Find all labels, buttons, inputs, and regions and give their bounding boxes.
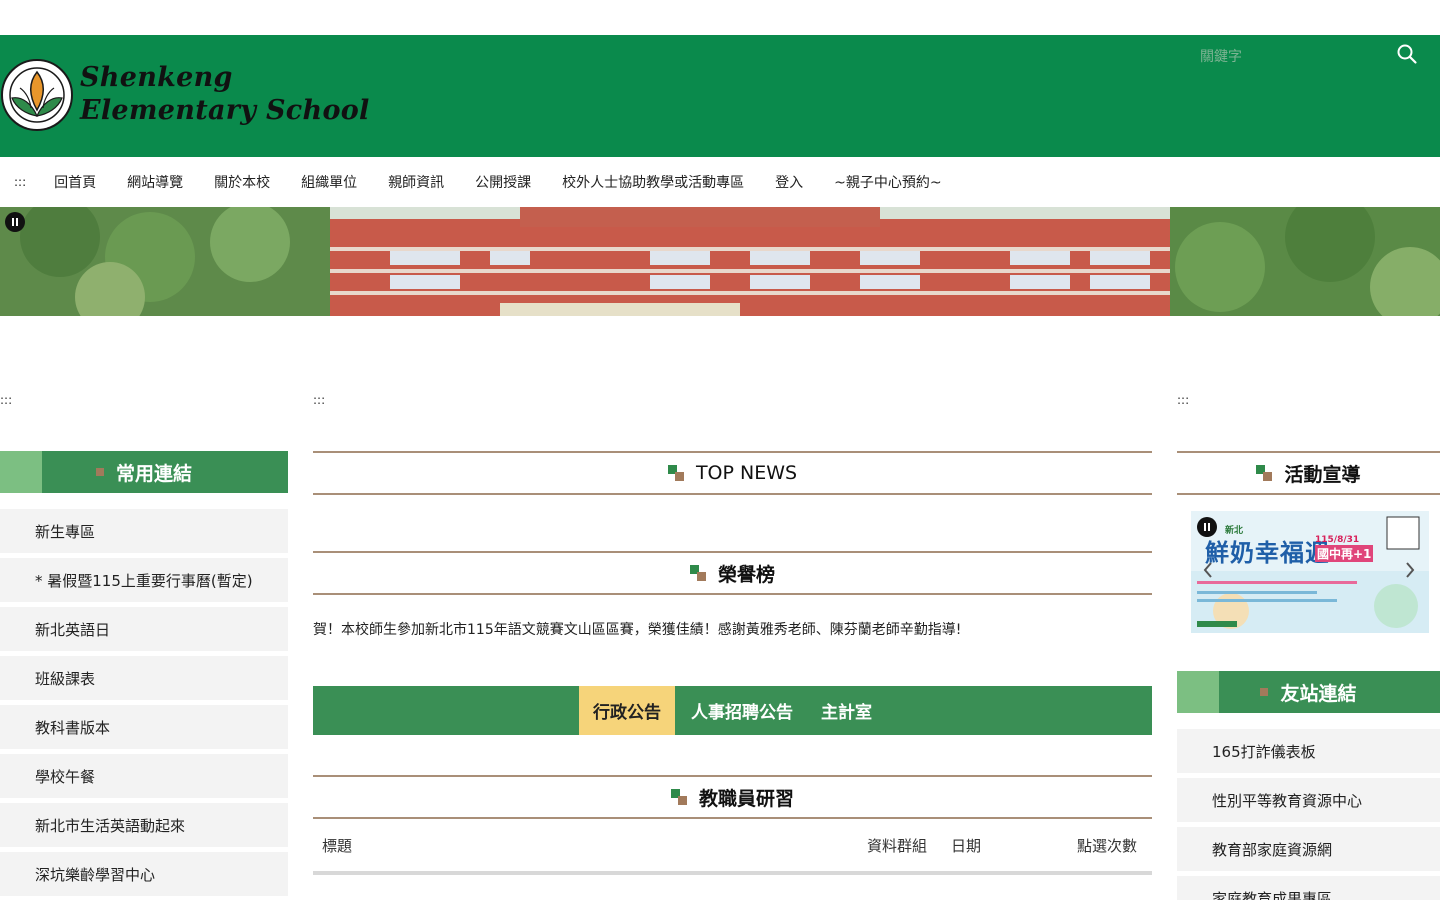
main-nav: ::: 回首頁 網站導覽 關於本校 組織單位 親師資訊 公開授課 校外人士協助教… — [0, 157, 1440, 207]
friend-link-item[interactable]: 教育部家庭資源網 — [1177, 827, 1440, 871]
top-news-title: TOP NEWS — [695, 462, 798, 484]
left-sidebar: 常用連結 新生專區 * 暑假暨115上重要行事曆(暫定) 新北英語日 班級課表 … — [0, 451, 288, 900]
school-name[interactable]: Shenkeng Elementary School — [80, 61, 370, 127]
school-emblem-icon[interactable] — [0, 58, 74, 132]
main-content: TOP NEWS 榮譽榜 賀！本校師生參加新北市115年語文競賽文山區區賽，榮獲… — [313, 451, 1152, 875]
staff-training-title: 教職員研習 — [698, 787, 794, 810]
promo-date: 115/8/31 — [1315, 535, 1360, 545]
bullet-square-icon — [1260, 688, 1269, 696]
friend-links-header: 友站連結 — [1177, 671, 1440, 713]
banner-pause-button[interactable] — [5, 212, 25, 232]
section-icon — [689, 565, 706, 581]
right-access-key[interactable]: ::: — [1177, 393, 1189, 407]
right-sidebar: 活動宣導 新北 鮮奶幸福週 115/8/31 國中再+1 友站連結 165打詐儀… — [1177, 451, 1440, 900]
school-name-line1: Shenkeng — [80, 62, 233, 93]
common-link-item[interactable]: 新北英語日 — [0, 607, 288, 651]
promo-title: 鮮奶幸福週 — [1205, 539, 1330, 567]
hero-banner — [0, 207, 1440, 316]
common-links-list: 新生專區 * 暑假暨115上重要行事曆(暫定) 新北英語日 班級課表 教科書版本… — [0, 509, 288, 896]
friend-links-title: 友站連結 — [1280, 682, 1357, 705]
bullet-square-icon — [95, 468, 104, 476]
honor-title: 榮譽榜 — [717, 563, 775, 586]
nav-item-sitemap[interactable]: 網站導覽 — [127, 172, 183, 192]
friend-links-list: 165打詐儀表板 性別平等教育資源中心 教育部家庭資源網 家庭教育成果專區 — [1177, 729, 1440, 900]
nav-item-external-teaching[interactable]: 校外人士協助教學或活動專區 — [562, 172, 744, 192]
slider-pause-button[interactable] — [1197, 517, 1217, 537]
nav-item-parent-center[interactable]: ~親子中心預約~ — [834, 172, 941, 192]
common-link-item[interactable]: 班級課表 — [0, 656, 288, 700]
common-link-item[interactable]: 教科書版本 — [0, 705, 288, 749]
site-header: Shenkeng Elementary School — [0, 35, 1440, 157]
activity-title: 活動宣導 — [1284, 463, 1361, 486]
common-links-title: 常用連結 — [115, 462, 192, 485]
tab-admin-announcements[interactable]: 行政公告 — [579, 686, 675, 735]
section-icon — [670, 789, 687, 805]
column-header-date[interactable]: 日期 — [951, 835, 1077, 856]
common-link-item[interactable]: 學校午餐 — [0, 754, 288, 798]
nav-item-organization[interactable]: 組織單位 — [301, 172, 357, 192]
activity-slider[interactable]: 新北 鮮奶幸福週 115/8/31 國中再+1 — [1191, 511, 1429, 633]
common-link-item[interactable]: * 暑假暨115上重要行事曆(暫定) — [0, 558, 288, 602]
honor-header: 榮譽榜 — [313, 551, 1152, 595]
common-link-item[interactable]: 深坑樂齡學習中心 — [0, 852, 288, 896]
promo-tagline: 國中再+1 — [1315, 545, 1374, 562]
school-name-line2: Elementary School — [80, 95, 370, 126]
announcement-tabs: 行政公告 人事招聘公告 主計室 — [313, 686, 1152, 735]
nav-item-home[interactable]: 回首頁 — [54, 172, 96, 192]
nav-item-parent-teacher[interactable]: 親師資訊 — [388, 172, 444, 192]
common-link-item[interactable]: 新北市生活英語動起來 — [0, 803, 288, 847]
common-links-header: 常用連結 — [0, 451, 288, 493]
friend-link-item[interactable]: 165打詐儀表板 — [1177, 729, 1440, 773]
left-access-key[interactable]: ::: — [0, 393, 12, 407]
center-access-key[interactable]: ::: — [313, 393, 325, 407]
nav-item-open-class[interactable]: 公開授課 — [475, 172, 531, 192]
column-header-title[interactable]: 標題 — [322, 835, 867, 856]
common-link-item[interactable]: 新生專區 — [0, 509, 288, 553]
nav-item-login[interactable]: 登入 — [775, 172, 803, 192]
friend-link-item[interactable]: 家庭教育成果專區 — [1177, 876, 1440, 900]
training-table-header: 標題 資料群組 日期 點選次數 — [313, 819, 1152, 875]
chevron-right-icon[interactable] — [1405, 561, 1415, 579]
search-icon[interactable] — [1396, 43, 1418, 65]
tab-personnel-recruitment[interactable]: 人事招聘公告 — [677, 686, 807, 735]
honor-item[interactable]: 賀！本校師生參加新北市115年語文競賽文山區區賽，榮獲佳績！感謝黃雅秀老師、陳芬… — [313, 619, 1152, 639]
friend-link-item[interactable]: 性別平等教育資源中心 — [1177, 778, 1440, 822]
school-building-image — [0, 207, 1440, 316]
tab-accounting[interactable]: 主計室 — [807, 686, 886, 735]
column-header-clicks[interactable]: 點選次數 — [1077, 835, 1137, 856]
activity-header: 活動宣導 — [1177, 451, 1440, 495]
nav-access-key[interactable]: ::: — [14, 175, 26, 189]
section-icon — [1256, 465, 1273, 481]
search-input[interactable] — [1200, 45, 1390, 69]
section-icon — [667, 465, 684, 481]
column-header-group[interactable]: 資料群組 — [867, 835, 951, 856]
nav-item-about[interactable]: 關於本校 — [214, 172, 270, 192]
staff-training-header: 教職員研習 — [313, 775, 1152, 819]
top-news-header: TOP NEWS — [313, 451, 1152, 495]
chevron-left-icon[interactable] — [1203, 561, 1213, 579]
